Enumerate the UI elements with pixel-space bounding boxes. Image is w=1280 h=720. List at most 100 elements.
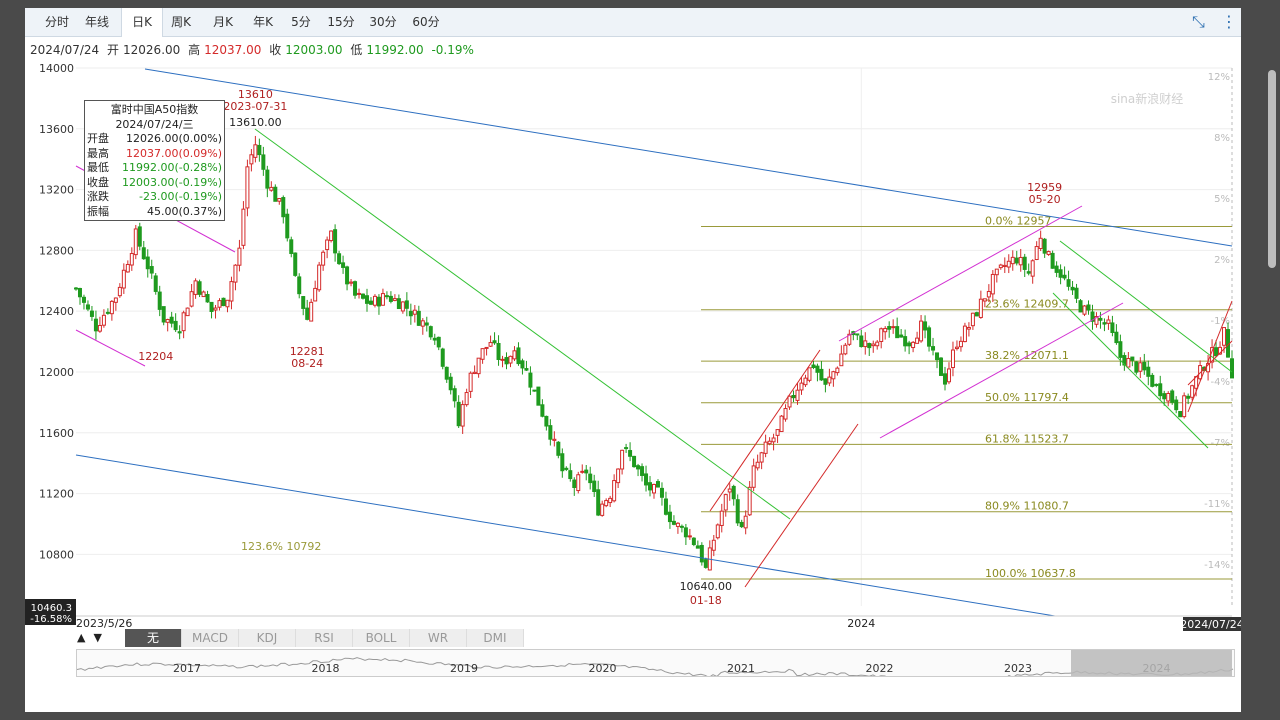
candle-body bbox=[715, 524, 720, 539]
navigator-selection[interactable] bbox=[1071, 650, 1232, 676]
candle-body bbox=[1026, 271, 1031, 274]
indicator-3[interactable]: RSI bbox=[296, 629, 353, 647]
candle-body bbox=[85, 304, 90, 310]
candle-body bbox=[1010, 256, 1015, 265]
pct-tick-label: -14% bbox=[1204, 560, 1230, 571]
candle-body bbox=[412, 309, 417, 315]
candle-body bbox=[301, 296, 306, 309]
candle-body bbox=[843, 344, 848, 355]
candle-body bbox=[309, 301, 314, 322]
candle-body bbox=[946, 368, 951, 383]
candle-body bbox=[919, 320, 924, 342]
candle-body bbox=[153, 275, 158, 292]
candle-body bbox=[691, 537, 696, 546]
candle-body bbox=[863, 340, 868, 348]
candle-body bbox=[1078, 300, 1083, 313]
indicator-4[interactable]: BOLL bbox=[353, 629, 410, 647]
arrow-down-icon[interactable]: ▼ bbox=[93, 631, 101, 644]
fib-label: 100.0% 10637.8 bbox=[985, 567, 1076, 580]
candle-body bbox=[751, 465, 756, 488]
tooltip-row-value: 11992.00(-0.28%) bbox=[122, 161, 222, 174]
annotation-label: 13610.00 bbox=[229, 116, 282, 129]
candle-body bbox=[508, 355, 513, 364]
indicator-0[interactable]: 无 bbox=[125, 629, 182, 647]
candle-body bbox=[612, 480, 617, 502]
candle-body bbox=[353, 281, 358, 296]
candle-body bbox=[1050, 252, 1055, 269]
x-axis-mid-label: 2024 bbox=[847, 617, 875, 630]
candle-body bbox=[512, 350, 517, 360]
candle-body bbox=[1126, 358, 1131, 368]
candle-body bbox=[193, 280, 198, 295]
indicator-5[interactable]: WR bbox=[410, 629, 467, 647]
candle-body bbox=[109, 300, 114, 315]
range-navigator[interactable]: 20172018201920202021202220232024 bbox=[76, 649, 1235, 677]
candle-body bbox=[640, 466, 645, 476]
tooltip-row: 涨跌 -23.00(-0.19%) bbox=[87, 190, 222, 205]
candle-body bbox=[89, 310, 94, 317]
indicator-1[interactable]: MACD bbox=[182, 629, 239, 647]
candle-body bbox=[105, 311, 110, 314]
candle-body bbox=[77, 287, 82, 298]
annotation-sublabel: 01-18 bbox=[690, 594, 722, 607]
candle-body bbox=[181, 312, 186, 332]
candle-body bbox=[349, 281, 354, 284]
candle-body bbox=[233, 264, 238, 283]
price-indicator-pct: -16.58% bbox=[30, 614, 72, 625]
indicator-2[interactable]: KDJ bbox=[239, 629, 296, 647]
candle-body bbox=[488, 342, 493, 347]
candle-body bbox=[416, 310, 421, 326]
candle-body bbox=[687, 535, 692, 538]
candle-body bbox=[440, 348, 445, 367]
tooltip-row-value: 12037.00(0.09%) bbox=[125, 146, 222, 160]
candle-body bbox=[540, 404, 545, 417]
candle-body bbox=[966, 326, 971, 330]
arrow-up-icon[interactable]: ▲ bbox=[77, 631, 85, 644]
candle-body bbox=[74, 287, 78, 290]
pct-tick-label: -1% bbox=[1211, 316, 1230, 327]
tooltip-row: 振幅 45.00(0.37%) bbox=[87, 205, 222, 220]
candle-body bbox=[576, 474, 581, 492]
candle-body bbox=[648, 482, 653, 491]
candle-body bbox=[177, 331, 182, 334]
trend-line-magenta-2 bbox=[75, 329, 146, 367]
y-tick-label: 13200 bbox=[39, 184, 74, 197]
candle-body bbox=[97, 324, 102, 332]
navigator-line bbox=[77, 657, 1234, 676]
candle-body bbox=[1182, 395, 1187, 418]
pct-tick-label: -4% bbox=[1211, 377, 1230, 388]
candle-body bbox=[253, 144, 258, 158]
candle-body bbox=[998, 264, 1003, 269]
candle-body bbox=[209, 301, 214, 312]
indicator-6[interactable]: DMI bbox=[467, 629, 524, 647]
candle-body bbox=[974, 312, 979, 317]
candle-body bbox=[125, 263, 130, 273]
candle-body bbox=[460, 404, 465, 427]
candle-body bbox=[101, 314, 106, 326]
candle-body bbox=[273, 186, 278, 202]
tooltip-row-label: 收盘 bbox=[87, 175, 109, 189]
tooltip-row-label: 最低 bbox=[87, 161, 109, 174]
candle-body bbox=[496, 342, 501, 360]
y-tick-label: 10800 bbox=[39, 548, 74, 561]
candle-body bbox=[281, 197, 286, 218]
candle-body bbox=[1058, 269, 1063, 278]
navigator-year-label: 2021 bbox=[727, 662, 755, 675]
ohlc-tooltip: 富时中国A50指数 2024/07/24/三 开盘 12026.00(0.00%)… bbox=[84, 100, 225, 221]
candle-body bbox=[372, 295, 377, 306]
candle-body bbox=[468, 372, 473, 392]
channel-red-lower bbox=[744, 423, 859, 588]
candle-body bbox=[667, 511, 672, 523]
y-tick-label: 12800 bbox=[39, 244, 74, 257]
annotation-label: 10640.00 bbox=[680, 580, 733, 593]
y-tick-label: 14000 bbox=[39, 62, 74, 75]
candle-body bbox=[500, 358, 505, 361]
page-scrollbar[interactable] bbox=[1268, 70, 1276, 268]
tooltip-row-label: 涨跌 bbox=[87, 190, 109, 203]
candle-body bbox=[384, 295, 389, 298]
candle-body bbox=[1006, 260, 1011, 268]
candle-body bbox=[161, 306, 166, 323]
candle-body bbox=[448, 376, 453, 391]
pct-tick-label: 8% bbox=[1214, 133, 1230, 144]
x-axis-end-label: 2024/07/24 bbox=[1180, 618, 1241, 631]
